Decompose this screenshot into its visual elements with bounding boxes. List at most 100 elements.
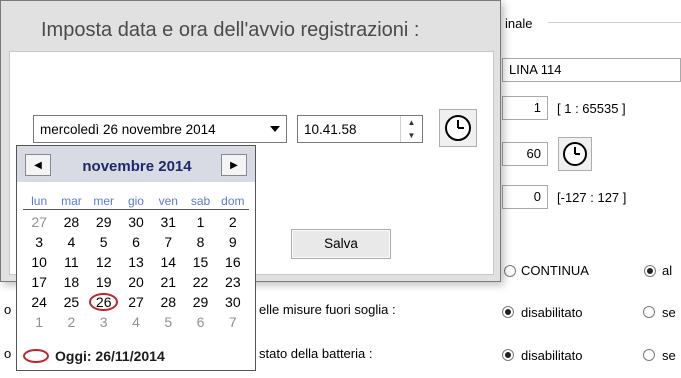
- calendar-day[interactable]: 25: [55, 292, 87, 312]
- calendar-day[interactable]: 4: [120, 312, 152, 332]
- dropdown-arrow-icon[interactable]: [264, 116, 286, 142]
- clock-button[interactable]: [439, 109, 477, 147]
- day-number: 7: [164, 234, 173, 250]
- calendar-day[interactable]: 14: [152, 252, 184, 272]
- calendar-header: ◀ novembre 2014 ▶: [17, 146, 255, 182]
- day-number: 11: [64, 254, 79, 270]
- calendar-day[interactable]: 6: [120, 232, 152, 252]
- calendar-day[interactable]: 30: [217, 292, 249, 312]
- radio-other-mode[interactable]: [644, 265, 656, 277]
- day-number: 28: [160, 294, 177, 310]
- out-of-threshold-label: elle misure fuori soglia :: [259, 302, 396, 317]
- field2-input[interactable]: 60: [502, 142, 548, 166]
- calendar-day[interactable]: 11: [55, 252, 87, 272]
- calendar-day[interactable]: 1: [184, 212, 216, 232]
- clock-button-bg[interactable]: [558, 137, 592, 171]
- field3-input[interactable]: 0: [502, 185, 548, 209]
- calendar-day-today[interactable]: 26: [88, 292, 120, 312]
- day-number: 6: [132, 234, 140, 250]
- calendar-day[interactable]: 10: [23, 252, 55, 272]
- day-number: 29: [95, 214, 112, 230]
- chevron-left-icon: ◀: [34, 159, 42, 171]
- calendar-day[interactable]: 17: [23, 272, 55, 292]
- calendar-day[interactable]: 27: [23, 212, 55, 232]
- calendar-day[interactable]: 28: [55, 212, 87, 232]
- calendar-day[interactable]: 21: [152, 272, 184, 292]
- day-number: 15: [192, 254, 209, 270]
- day-number: 19: [95, 274, 112, 290]
- month-title[interactable]: novembre 2014: [67, 158, 207, 175]
- calendar-day[interactable]: 9: [217, 232, 249, 252]
- calendar-day[interactable]: 1: [23, 312, 55, 332]
- radio-se-1[interactable]: [643, 306, 655, 318]
- calendar-day[interactable]: 5: [152, 312, 184, 332]
- calendar-day[interactable]: 16: [217, 252, 249, 272]
- calendar-day[interactable]: 3: [88, 312, 120, 332]
- day-number: 3: [99, 314, 108, 330]
- calendar-day[interactable]: 29: [88, 212, 120, 232]
- weekday-label: lun: [31, 194, 48, 208]
- day-number: 8: [196, 234, 205, 250]
- date-picker[interactable]: mercoledì 26 novembre 2014: [33, 115, 287, 143]
- radio-se-2[interactable]: [643, 349, 655, 361]
- weekday-header: lun mar mer gio ven sab dom: [23, 194, 249, 210]
- calendar-day[interactable]: 6: [184, 312, 216, 332]
- calendar-day[interactable]: 20: [120, 272, 152, 292]
- calendar-day[interactable]: 8: [184, 232, 216, 252]
- day-number: 28: [63, 214, 80, 230]
- calendar-day[interactable]: 19: [88, 272, 120, 292]
- spin-up-icon[interactable]: ▲: [401, 116, 422, 129]
- calendar-day[interactable]: 29: [184, 292, 216, 312]
- radio-disabled-1[interactable]: [502, 306, 514, 318]
- radio-disabled-2[interactable]: [502, 349, 514, 361]
- time-spinner[interactable]: ▲ ▼: [400, 116, 422, 142]
- calendar-day[interactable]: 22: [184, 272, 216, 292]
- calendar-day[interactable]: 31: [152, 212, 184, 232]
- day-number: 13: [128, 254, 144, 270]
- day-number: 27: [128, 294, 144, 310]
- calendar-day[interactable]: 3: [23, 232, 55, 252]
- date-value: mercoledì 26 novembre 2014: [40, 122, 216, 137]
- calendar-day[interactable]: 27: [120, 292, 152, 312]
- calendar-day[interactable]: 13: [120, 252, 152, 272]
- day-number: 14: [160, 254, 177, 270]
- calendar-day[interactable]: 7: [217, 312, 249, 332]
- dialog-title: Imposta data e ora dell'avvio registrazi…: [41, 19, 420, 41]
- day-number: 3: [35, 234, 44, 250]
- calendar-day[interactable]: 23: [217, 272, 249, 292]
- weekday-label: sab: [190, 194, 211, 208]
- day-number: 1: [196, 214, 205, 230]
- day-number: 17: [31, 274, 47, 290]
- calendar-week: 17 18 19 20 21 22 23: [23, 272, 249, 292]
- calendar-day[interactable]: 15: [184, 252, 216, 272]
- calendar-day[interactable]: 2: [217, 212, 249, 232]
- day-number: 16: [225, 254, 241, 270]
- calendar-day[interactable]: 5: [88, 232, 120, 252]
- calendar-day[interactable]: 7: [152, 232, 184, 252]
- calendar-day[interactable]: 18: [55, 272, 87, 292]
- field1-input[interactable]: 1: [502, 96, 548, 120]
- label-continua: CONTINUA: [521, 263, 589, 278]
- calendar-day[interactable]: 2: [55, 312, 87, 332]
- spin-down-icon[interactable]: ▼: [401, 129, 422, 142]
- calendar-day[interactable]: 4: [55, 232, 87, 252]
- weekday-label: ven: [158, 194, 178, 208]
- calendar-day[interactable]: 12: [88, 252, 120, 272]
- save-button[interactable]: Salva: [291, 229, 391, 259]
- field3-range: [-127 : 127 ]: [557, 190, 627, 205]
- day-number: 2: [228, 214, 237, 230]
- name-field[interactable]: LINA 114: [502, 58, 681, 82]
- calendar-day[interactable]: 28: [152, 292, 184, 312]
- time-picker[interactable]: 10.41.58 ▲ ▼: [297, 115, 423, 143]
- radio-continua[interactable]: [504, 265, 516, 277]
- calendar-day[interactable]: 30: [120, 212, 152, 232]
- day-number: 10: [31, 254, 47, 270]
- label-other-mode: al: [662, 263, 673, 278]
- calendar-day[interactable]: 24: [23, 292, 55, 312]
- prev-month-button[interactable]: ◀: [25, 154, 51, 176]
- today-link[interactable]: Oggi: 26/11/2014: [23, 346, 165, 366]
- next-month-button[interactable]: ▶: [221, 154, 247, 176]
- calendar-grid: 27 28 29 30 31 1 2 3 4 5 6 7 8 9 10 11 12 13 14 15 16 17 18 19 2…: [23, 212, 249, 332]
- day-number: 21: [160, 274, 177, 290]
- calendar-week: 1 2 3 4 5 6 7: [23, 312, 249, 332]
